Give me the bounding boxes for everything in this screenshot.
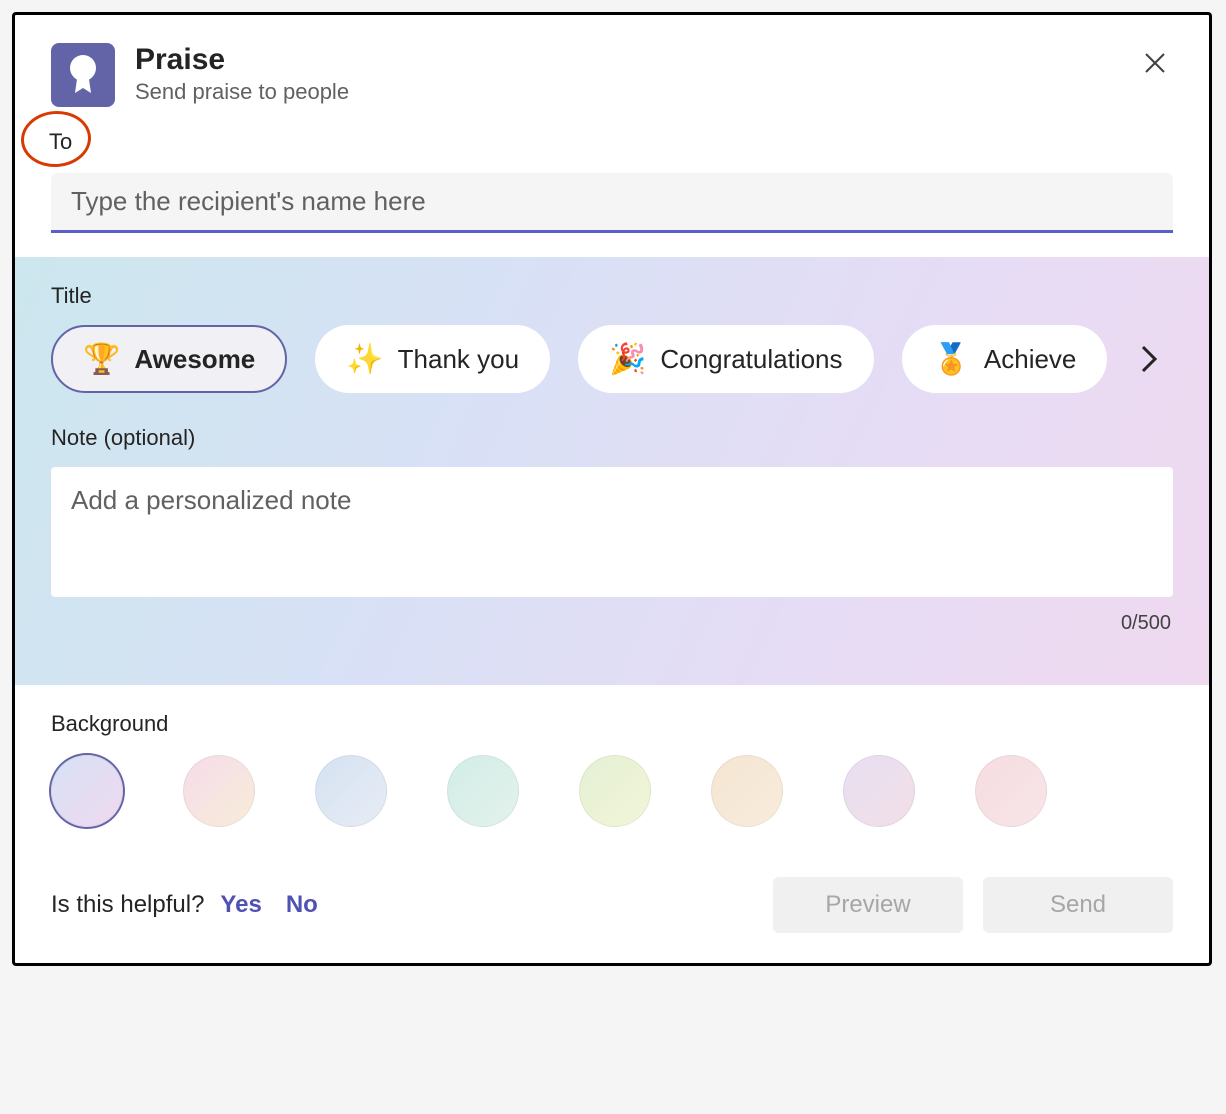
scroll-right-button[interactable] <box>1125 335 1173 383</box>
bg-swatch-2[interactable] <box>183 755 255 827</box>
header-text: Praise Send praise to people <box>135 43 349 105</box>
title-chip-achiever[interactable]: 🏅 Achieve <box>902 325 1108 393</box>
background-swatch-row <box>51 755 1173 827</box>
title-chip-awesome[interactable]: 🏆 Awesome <box>51 325 287 393</box>
chip-label: Achieve <box>984 344 1077 375</box>
background-section: Background <box>15 685 1209 827</box>
recipient-input[interactable] <box>51 173 1173 233</box>
chip-label: Awesome <box>134 344 255 375</box>
helpful-no-button[interactable]: No <box>286 891 318 919</box>
modal-footer: Is this helpful? Yes No Preview Send <box>15 827 1209 933</box>
close-button[interactable] <box>1135 43 1175 83</box>
praise-modal: Praise Send praise to people To Title 🏆 <box>12 12 1212 966</box>
to-label-wrap: To <box>43 129 72 155</box>
to-section: To <box>15 117 1209 233</box>
sparkle-icon: ✨ <box>346 342 383 377</box>
trophy-icon: 🏆 <box>83 342 120 377</box>
title-label: Title <box>51 283 1173 309</box>
bg-swatch-7[interactable] <box>843 755 915 827</box>
bg-swatch-3[interactable] <box>315 755 387 827</box>
helpful-yes-button[interactable]: Yes <box>220 891 261 919</box>
bg-swatch-1[interactable] <box>51 755 123 827</box>
title-chip-thankyou[interactable]: ✨ Thank you <box>315 325 550 393</box>
note-char-counter: 0/500 <box>51 612 1173 635</box>
title-chips: 🏆 Awesome ✨ Thank you 🎉 Congratulations … <box>51 325 1117 393</box>
preview-button[interactable]: Preview <box>773 877 963 933</box>
bg-swatch-5[interactable] <box>579 755 651 827</box>
modal-title: Praise <box>135 43 349 77</box>
chevron-right-icon <box>1140 344 1158 374</box>
chip-label: Congratulations <box>660 344 842 375</box>
to-label: To <box>43 129 72 154</box>
bg-swatch-4[interactable] <box>447 755 519 827</box>
modal-subtitle: Send praise to people <box>135 79 349 105</box>
gradient-panel: Title 🏆 Awesome ✨ Thank you 🎉 Congratula… <box>15 257 1209 685</box>
medal-icon: 🏅 <box>933 342 970 377</box>
background-label: Background <box>51 711 1173 737</box>
bg-swatch-6[interactable] <box>711 755 783 827</box>
send-button[interactable]: Send <box>983 877 1173 933</box>
close-icon <box>1144 52 1166 74</box>
badge-icon <box>65 53 101 97</box>
note-textarea[interactable] <box>51 467 1173 597</box>
party-icon: 🎉 <box>609 342 646 377</box>
title-chip-congrats[interactable]: 🎉 Congratulations <box>578 325 873 393</box>
title-chip-row: 🏆 Awesome ✨ Thank you 🎉 Congratulations … <box>51 325 1173 393</box>
chip-label: Thank you <box>398 344 519 375</box>
modal-header: Praise Send praise to people <box>15 15 1209 117</box>
praise-app-icon <box>51 43 115 107</box>
bg-swatch-8[interactable] <box>975 755 1047 827</box>
note-label: Note (optional) <box>51 425 1173 451</box>
helpful-question: Is this helpful? <box>51 891 204 919</box>
